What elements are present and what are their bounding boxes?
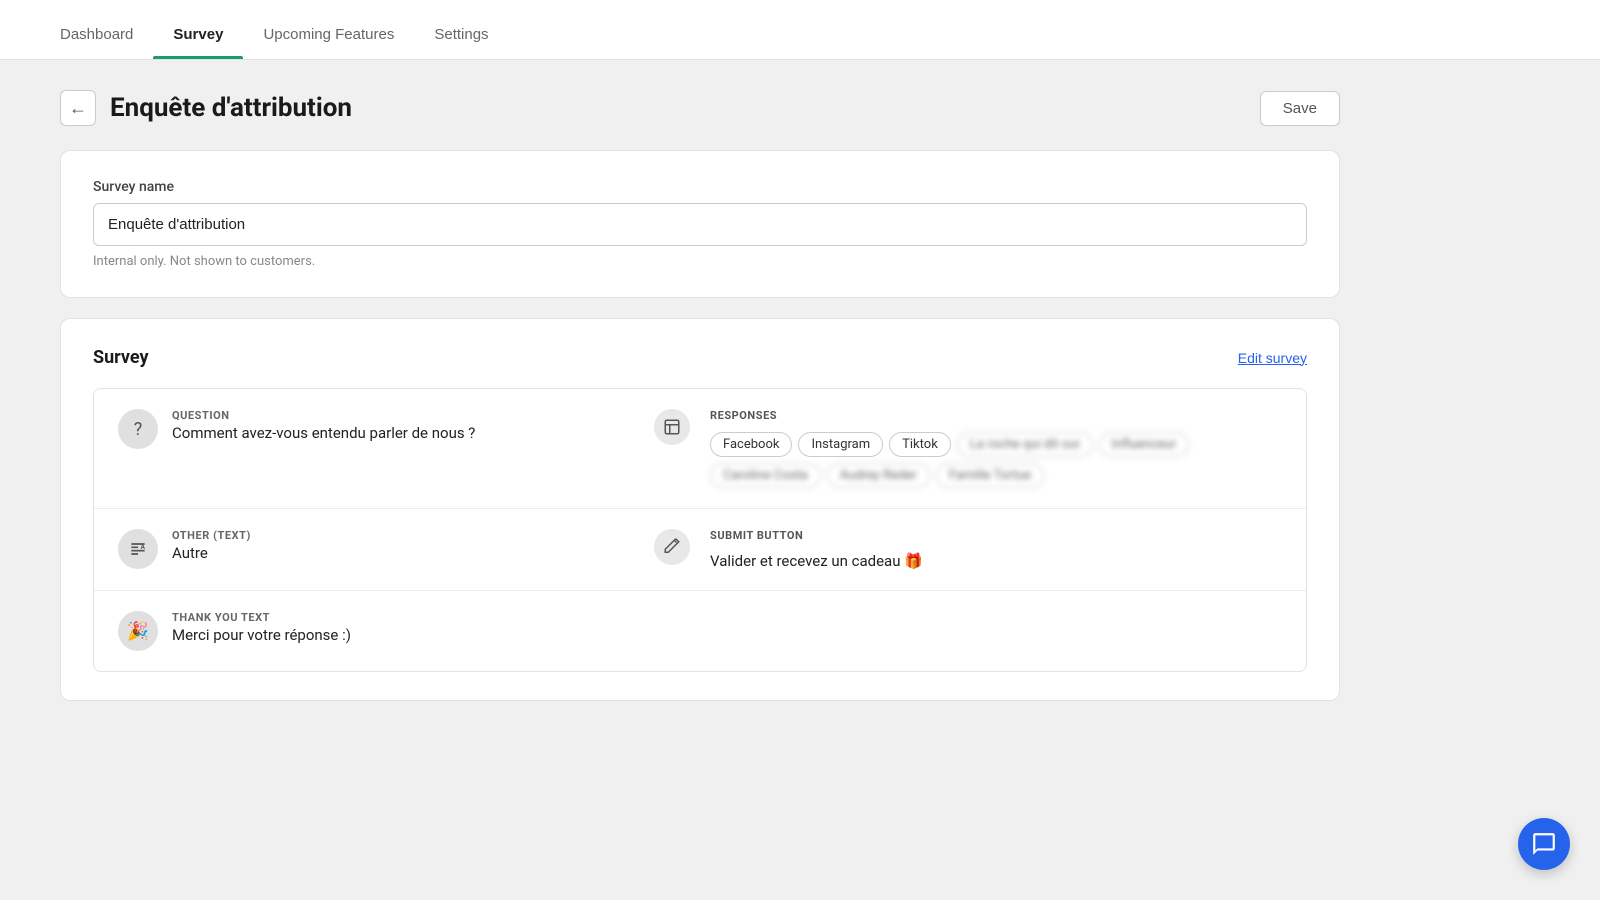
survey-name-label: Survey name: [93, 179, 1307, 195]
row-type-label: THANK YOU TEXT: [172, 611, 351, 624]
list-item: La roche qui dit oui: [957, 432, 1093, 457]
survey-name-input[interactable]: [93, 203, 1307, 246]
responses-label: RESPONSES: [710, 409, 1282, 422]
tab-upcoming-features[interactable]: Upcoming Features: [243, 26, 414, 59]
question-icon: ?: [118, 409, 158, 449]
page-header-left: ← Enquête d'attribution: [60, 90, 352, 126]
table-row: ? QUESTION Comment avez-vous entendu par…: [94, 389, 1306, 509]
list-item: Audrey Reder: [827, 463, 930, 488]
tab-survey[interactable]: Survey: [153, 26, 243, 59]
survey-section-title: Survey: [93, 347, 149, 368]
submit-label: SUBMIT BUTTON: [710, 529, 1282, 542]
list-item: Famille Tortue: [936, 463, 1044, 488]
survey-table: ? QUESTION Comment avez-vous entendu par…: [93, 388, 1307, 672]
list-item: Instagram: [798, 432, 883, 457]
row-left: ? QUESTION Comment avez-vous entendu par…: [118, 409, 475, 449]
other-text-icon: A: [118, 529, 158, 569]
row-value: Comment avez-vous entendu parler de nous…: [172, 424, 475, 442]
survey-section-card: Survey Edit survey ? QUESTION Comment av…: [60, 318, 1340, 701]
list-item: Influenceur: [1099, 432, 1190, 457]
back-button[interactable]: ←: [60, 90, 96, 126]
table-row: 🎉 THANK YOU TEXT Merci pour votre répons…: [94, 591, 1306, 671]
page-body: ← Enquête d'attribution Save Survey name…: [0, 60, 1400, 751]
tab-dashboard[interactable]: Dashboard: [40, 26, 153, 59]
row-content: OTHER (TEXT) Autre: [172, 529, 251, 562]
survey-name-card: Survey name Internal only. Not shown to …: [60, 150, 1340, 298]
row-type-label: OTHER (TEXT): [172, 529, 251, 542]
row-content: QUESTION Comment avez-vous entendu parle…: [172, 409, 475, 442]
edit-survey-button[interactable]: Edit survey: [1238, 350, 1307, 366]
row-content: THANK YOU TEXT Merci pour votre réponse …: [172, 611, 351, 644]
tab-settings[interactable]: Settings: [414, 26, 508, 59]
survey-section-header: Survey Edit survey: [93, 347, 1307, 368]
row-type-label: QUESTION: [172, 409, 475, 422]
row-left: 🎉 THANK YOU TEXT Merci pour votre répons…: [118, 611, 1282, 651]
other-text-action-icon[interactable]: [654, 529, 690, 565]
row-value: Autre: [172, 544, 251, 562]
page-title: Enquête d'attribution: [110, 93, 352, 123]
nav-bar: Dashboard Survey Upcoming Features Setti…: [0, 0, 1600, 60]
table-row: A OTHER (TEXT) Autre: [94, 509, 1306, 591]
row-left-wrapper: ? QUESTION Comment avez-vous entendu par…: [118, 409, 690, 449]
survey-name-hint: Internal only. Not shown to customers.: [93, 254, 1307, 269]
list-item: Tiktok: [889, 432, 951, 457]
page-header: ← Enquête d'attribution Save: [60, 90, 1340, 126]
thank-you-icon: 🎉: [118, 611, 158, 651]
list-item: Facebook: [710, 432, 792, 457]
row-left: A OTHER (TEXT) Autre: [118, 529, 251, 569]
response-tags: Facebook Instagram Tiktok La roche qui d…: [710, 432, 1282, 488]
row-left-wrapper: A OTHER (TEXT) Autre: [118, 529, 690, 569]
question-action-icon[interactable]: [654, 409, 690, 445]
submit-value: Valider et recevez un cadeau 🎁: [710, 552, 1282, 570]
list-item: Caroline Costa: [710, 463, 821, 488]
svg-text:A: A: [141, 543, 146, 551]
row-right-responses: RESPONSES Facebook Instagram Tiktok La r…: [710, 409, 1282, 488]
row-right-submit: SUBMIT BUTTON Valider et recevez un cade…: [710, 529, 1282, 570]
save-button[interactable]: Save: [1260, 91, 1340, 126]
chat-button[interactable]: [1518, 818, 1570, 870]
row-value: Merci pour votre réponse :): [172, 626, 351, 644]
